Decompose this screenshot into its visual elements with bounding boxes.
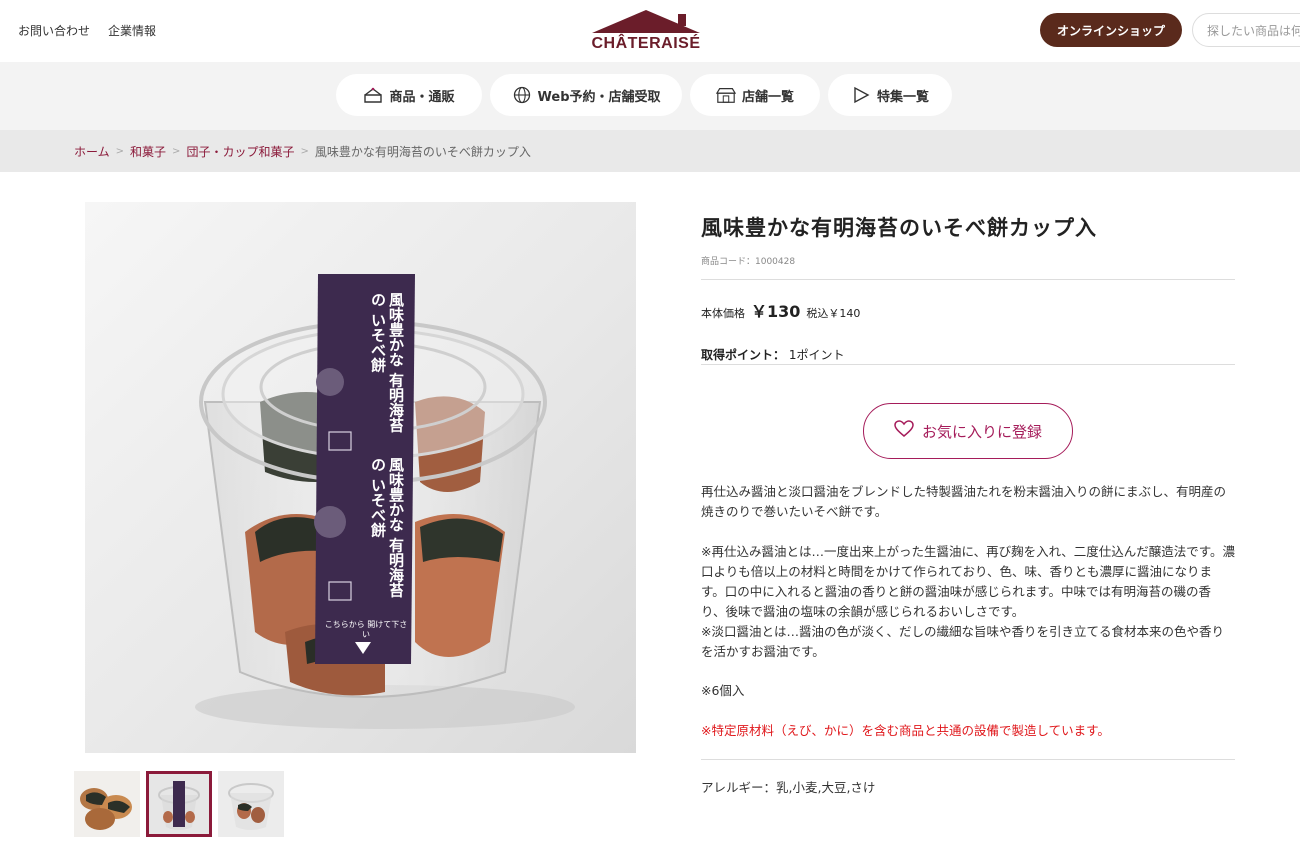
breadcrumb-dango-cup[interactable]: 団子・カップ和菓子	[186, 143, 294, 160]
add-to-favorites-button[interactable]: お気に入りに登録	[863, 403, 1073, 459]
price-label: 本体価格	[701, 307, 745, 320]
breadcrumb-current: 風味豊かな有明海苔のいそべ餅カップ入	[314, 144, 531, 159]
breadcrumb-wagashi[interactable]: 和菓子	[130, 143, 166, 160]
heart-icon	[894, 420, 914, 442]
favorites-label: お気に入りに登録	[921, 422, 1042, 441]
company-info-link[interactable]: 企業情報	[108, 22, 156, 39]
site-header: お問い合わせ 企業情報 CHÂTERAISÉ オンラインショップ 探したい商品は…	[0, 0, 1300, 62]
breadcrumb-home[interactable]: ホーム	[74, 143, 110, 160]
points-label: 取得ポイント：	[701, 348, 786, 362]
nav-features-label: 特集一覧	[876, 89, 929, 105]
price-value: ￥130	[751, 302, 801, 321]
product-code: 商品コード：1000428	[701, 257, 796, 267]
nav-web-reservation[interactable]: Web予約・店舗受取	[490, 74, 682, 116]
contact-link[interactable]: お問い合わせ	[18, 22, 90, 39]
thumbnail-strip	[74, 771, 284, 837]
divider	[701, 279, 1235, 280]
nav-stores[interactable]: 店舗一覧	[690, 74, 820, 116]
price-row: 本体価格 ￥130 税込￥140	[701, 298, 860, 322]
logo-text: CHÂTERAISÉ	[591, 35, 701, 52]
description-1: 再仕込み醤油と淡口醤油をブレンドした特製醤油たれを粉末醤油入りの餅にまぶし、有明…	[701, 484, 1227, 519]
chateraise-logo[interactable]: CHÂTERAISÉ	[588, 8, 704, 56]
nav-products-label: 商品・通販	[389, 89, 455, 105]
product-main-image[interactable]: 風味豊かな 有明海苔の いそべ餅 風味豊かな 有明海苔の いそべ餅 こちらから …	[85, 202, 636, 753]
points-row: 取得ポイント： 1ポイント	[701, 346, 844, 363]
label-open-here: こちらから 開けて下さい	[324, 620, 408, 639]
globe-icon	[512, 85, 532, 105]
product-details: 風味豊かな有明海苔のいそべ餅カップ入 商品コード：1000428 本体価格 ￥1…	[701, 212, 1235, 795]
tax-price: 税込￥140	[806, 307, 861, 320]
allergen-warning: ※特定原材料（えび、かに）を含む商品と共通の設備で製造しています。	[701, 723, 1110, 738]
search-input[interactable]: 探したい商品は何	[1192, 13, 1300, 47]
divider	[701, 364, 1235, 365]
quantity-note: ※6個入	[701, 683, 745, 698]
product-title: 風味豊かな有明海苔のいそべ餅カップ入	[701, 216, 1097, 240]
breadcrumb-separator: >	[300, 145, 309, 157]
points-value: 1ポイント	[788, 348, 845, 362]
description-2: ※再仕込み醤油とは…一度出来上がった生醤油に、再び麹を入れ、二度仕込んだ醸造法で…	[701, 544, 1235, 619]
breadcrumb: ホーム > 和菓子 > 団子・カップ和菓子 > 風味豊かな有明海苔のいそべ餅カッ…	[0, 130, 1300, 172]
nav-web-reservation-label: Web予約・店舗受取	[537, 89, 661, 105]
divider	[701, 759, 1235, 760]
thumbnail-1[interactable]	[74, 771, 140, 837]
cake-icon	[363, 85, 383, 105]
main-nav: 商品・通販 Web予約・店舗受取 店舗一覧 特集一覧	[0, 62, 1300, 130]
online-shop-button[interactable]: オンラインショップ	[1040, 13, 1182, 47]
breadcrumb-separator: >	[115, 145, 125, 157]
header-links: お問い合わせ 企業情報	[18, 22, 156, 39]
logo-roof-icon	[592, 10, 700, 33]
label-text-top: 風味豊かな 有明海苔の いそべ餅	[369, 292, 405, 433]
nav-products[interactable]: 商品・通販	[336, 74, 482, 116]
thumbnail-3[interactable]	[218, 771, 284, 837]
nav-stores-label: 店舗一覧	[741, 89, 794, 105]
play-icon	[851, 85, 871, 105]
allergy-info: アレルギー：乳,小麦,大豆,さけ	[701, 780, 876, 795]
description-3: ※淡口醤油とは…醤油の色が淡く、だしの繊細な旨味や香りを引き立てる食材本来の色や…	[701, 624, 1224, 659]
breadcrumb-separator: >	[172, 145, 181, 157]
store-icon	[715, 85, 736, 105]
label-text-bottom: 風味豊かな 有明海苔の いそべ餅	[369, 457, 405, 598]
thumbnail-2[interactable]	[146, 771, 212, 837]
nav-features[interactable]: 特集一覧	[828, 74, 952, 116]
